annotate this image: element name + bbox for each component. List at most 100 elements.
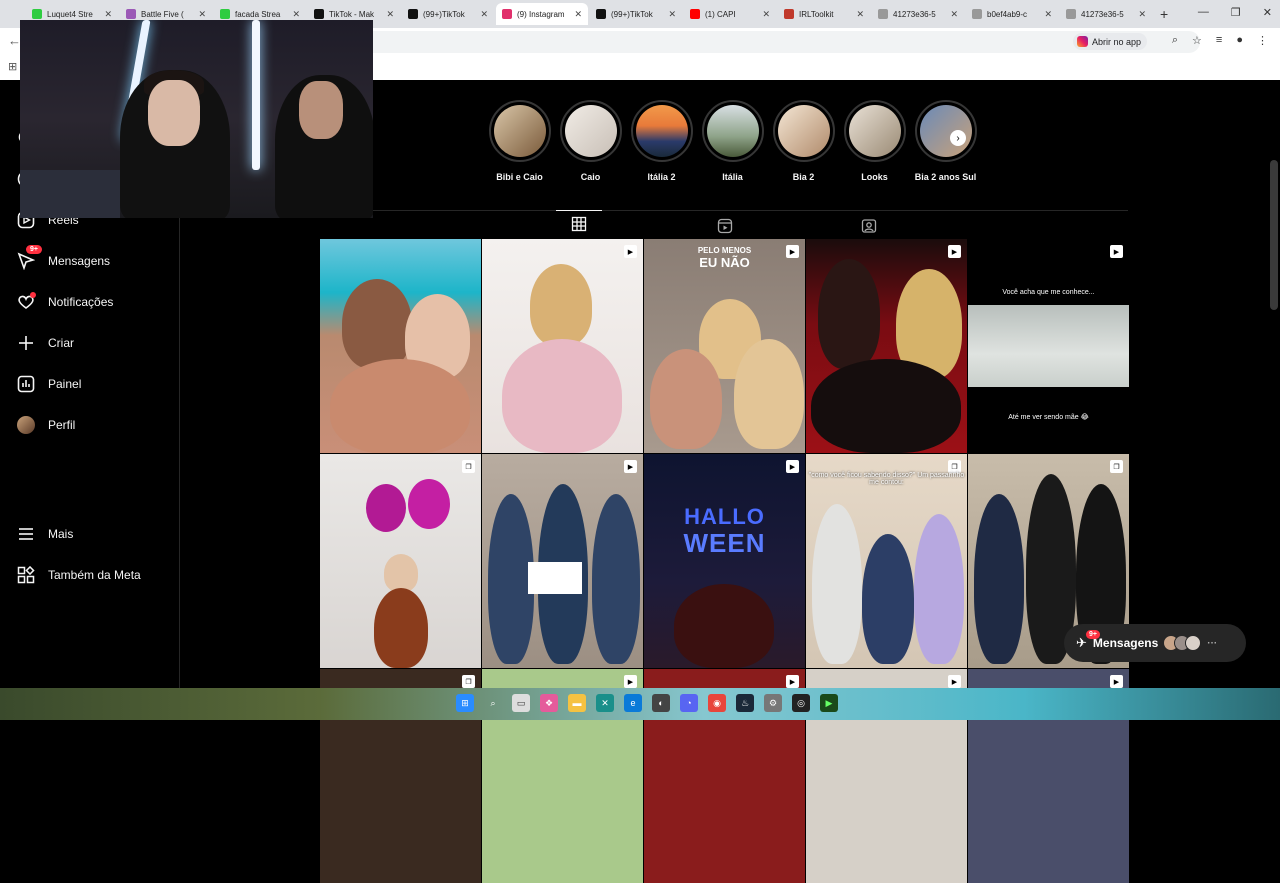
browser-tab[interactable]: (99+)TikTok ✕ <box>590 3 682 25</box>
open-in-app-button[interactable]: Abrir no app <box>1073 33 1148 50</box>
highlight-image <box>635 105 688 157</box>
sidebar-item-também-da-meta[interactable]: Também da Meta <box>16 563 141 587</box>
tab-favicon-icon <box>32 9 42 19</box>
browser-tab[interactable]: b0ef4ab9-c ✕ <box>966 3 1058 25</box>
widgets-icon[interactable]: ❖ <box>540 694 558 712</box>
story-highlight[interactable]: Looks <box>839 100 910 182</box>
app-icon[interactable]: ◐ <box>652 694 670 712</box>
sidebar-item-criar[interactable]: Criar <box>16 331 74 355</box>
browser-tab[interactable]: (9) Instagram ✕ <box>496 3 588 25</box>
balloon <box>366 484 406 532</box>
post-thumbnail[interactable]: ▶ <box>806 239 967 453</box>
reel-icon: ▶ <box>624 245 637 258</box>
file-explorer-icon[interactable]: ▬ <box>568 694 586 712</box>
post-thumbnail[interactable]: ❐ "como você ficou sabendo disso?" Um pa… <box>806 454 967 668</box>
restore-button[interactable]: ❐ <box>1231 6 1241 19</box>
discord-icon[interactable]: ◔ <box>680 694 698 712</box>
highlight-label: Itália 2 <box>647 172 676 182</box>
tab-title: TikTok - Mak <box>329 9 375 19</box>
tab-close-icon[interactable]: ✕ <box>480 9 488 20</box>
browser-tab[interactable]: (99+)TikTok ✕ <box>402 3 494 25</box>
sidebar-item-mensagens[interactable]: 9+ Mensagens <box>16 245 110 273</box>
profile-icon[interactable]: ● <box>1236 34 1243 47</box>
post-thumbnail[interactable]: ▶ <box>482 454 643 668</box>
tab-close-icon[interactable]: ✕ <box>386 9 394 20</box>
heart-icon <box>16 292 36 312</box>
tab-title: (9) Instagram <box>517 9 565 19</box>
sidebar-item-notificações[interactable]: Notificações <box>16 290 113 314</box>
obs-icon[interactable]: ◎ <box>792 694 810 712</box>
tab-close-icon[interactable]: ✕ <box>1138 9 1146 20</box>
story-highlight[interactable]: Itália 2 <box>626 100 697 182</box>
task-view-icon[interactable]: ▭ <box>512 694 530 712</box>
browser-tab[interactable]: 41273e36-5 ✕ <box>872 3 964 25</box>
apps-grid-icon[interactable]: ⊞ <box>8 60 17 73</box>
tab-posts[interactable] <box>556 210 602 236</box>
browser-tab[interactable]: IRLToolkit ✕ <box>778 3 870 25</box>
messages-floating-button[interactable]: ✈ 9+ Mensagens ··· <box>1064 624 1246 662</box>
settings-icon[interactable]: ⚙ <box>764 694 782 712</box>
highlights-next-button[interactable]: › <box>950 130 966 146</box>
tab-close-icon[interactable]: ✕ <box>762 9 770 20</box>
queue-icon[interactable]: ≡ <box>1216 34 1222 47</box>
edge-icon[interactable]: e <box>624 694 642 712</box>
tab-tagged[interactable] <box>846 213 892 239</box>
post-thumbnail[interactable]: ❐ <box>320 454 481 668</box>
steam-icon[interactable]: ♨ <box>736 694 754 712</box>
dashboard-icon <box>16 374 36 394</box>
tab-close-icon[interactable]: ✕ <box>1044 9 1052 20</box>
kebab-menu-icon[interactable]: ⋮ <box>1257 34 1268 47</box>
zoom-icon[interactable]: ⌕ <box>1172 34 1178 47</box>
reel-icon: ▶ <box>948 245 961 258</box>
sidebar-item-painel[interactable]: Painel <box>16 372 81 396</box>
photo-subject <box>818 259 880 369</box>
windows-start-icon[interactable]: ⊞ <box>456 694 474 712</box>
post-thumbnail[interactable]: ▶ <box>482 239 643 453</box>
browser-tab[interactable]: 41273e36-5 ✕ <box>1060 3 1152 25</box>
story-highlight[interactable]: Bibi e Caio <box>484 100 555 182</box>
sidebar-item-label: Mais <box>48 527 74 541</box>
story-highlight[interactable]: Itália <box>697 100 768 182</box>
tab-close-icon[interactable]: ✕ <box>292 9 300 20</box>
windows-taskbar: ⊞ ⌕ ▭ ❖ ▬ ✕ e ◐ ◔ ◉ ♨ ⚙ ◎ ▶ <box>0 688 1280 720</box>
tab-favicon-icon <box>408 9 418 19</box>
browser-tab[interactable]: (1) CAPI ✕ <box>684 3 776 25</box>
reel-icon: ▶ <box>624 460 637 473</box>
tab-close-icon[interactable]: ✕ <box>198 9 206 20</box>
tab-close-icon[interactable]: ✕ <box>574 9 582 20</box>
sidebar-item-perfil[interactable]: Perfil <box>16 413 75 437</box>
tab-reels[interactable] <box>702 213 748 239</box>
tab-close-icon[interactable]: ✕ <box>950 9 958 20</box>
story-highlight[interactable]: Bia 2 anos Sul <box>910 100 981 182</box>
post-thumbnail[interactable] <box>320 239 481 453</box>
sidebar-item-mais[interactable]: Mais <box>16 522 73 546</box>
tab-close-icon[interactable]: ✕ <box>856 9 864 20</box>
post-thumbnail[interactable]: ▶ PELO MENOS EU NÃO <box>644 239 805 453</box>
sidebar-item-label: Criar <box>48 336 74 350</box>
messenger-icon: ✈ <box>1076 635 1087 650</box>
tab-close-icon[interactable]: ✕ <box>668 9 676 20</box>
post-thumbnail[interactable]: ▶ Você acha que me conhece... Até me ver… <box>968 239 1129 453</box>
story-highlight[interactable]: Caio <box>555 100 626 182</box>
tab-favicon-icon <box>690 9 700 19</box>
conversation-avatars <box>1163 635 1202 651</box>
highlight-cover <box>843 100 906 162</box>
new-tab-button[interactable]: + <box>1160 6 1168 22</box>
minimize-button[interactable]: — <box>1198 6 1209 19</box>
highlight-label: Caio <box>580 172 601 182</box>
app-icon[interactable]: ▶ <box>820 694 838 712</box>
page-scrollbar[interactable] <box>1270 160 1278 310</box>
chrome-icon[interactable]: ◉ <box>708 694 726 712</box>
post-thumbnail[interactable]: ▶ HALLO WEEN <box>644 454 805 668</box>
highlight-cover <box>772 100 835 162</box>
photo-subject <box>734 339 804 449</box>
tab-close-icon[interactable]: ✕ <box>104 9 112 20</box>
capcut-icon[interactable]: ✕ <box>596 694 614 712</box>
balloon <box>408 479 450 529</box>
sidebar-item-label: Também da Meta <box>48 568 141 582</box>
bookmark-star-icon[interactable]: ☆ <box>1192 34 1202 47</box>
search-icon[interactable]: ⌕ <box>484 694 502 712</box>
photo-subject <box>812 504 862 664</box>
story-highlight[interactable]: Bia 2 <box>768 100 839 182</box>
close-window-button[interactable]: ✕ <box>1263 6 1272 19</box>
